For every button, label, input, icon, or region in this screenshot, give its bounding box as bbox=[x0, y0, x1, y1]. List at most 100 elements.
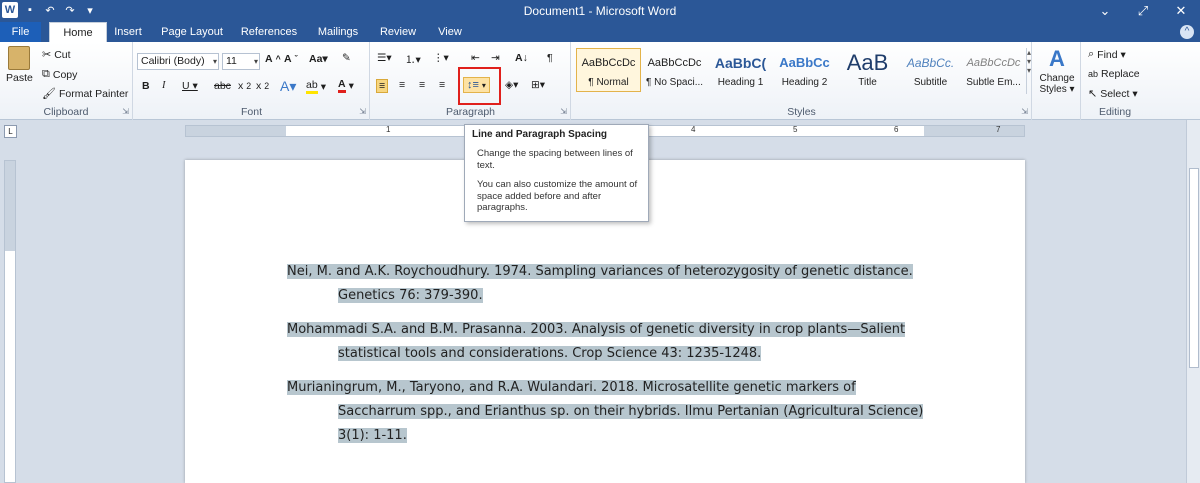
cut-button[interactable]: ✂ Cut bbox=[42, 48, 71, 62]
underline-button[interactable]: U ▾ bbox=[182, 80, 198, 92]
font-size-combo[interactable]: 11 ▾ bbox=[222, 53, 260, 70]
ruler-number: 1 bbox=[386, 125, 391, 134]
tab-home[interactable]: Home bbox=[49, 22, 107, 42]
borders-icon[interactable]: ⊞▾ bbox=[531, 79, 545, 91]
justify-icon[interactable]: ≡ bbox=[439, 79, 445, 91]
clipboard-group: Paste ✂ Cut ⧉ Copy 🖌 Format Painter Clipboa… bbox=[0, 42, 133, 120]
font-name-value: Calibri (Body) bbox=[141, 55, 205, 67]
tab-file[interactable]: File bbox=[0, 22, 41, 42]
style-heading-2[interactable]: AaBbCc Heading 2 bbox=[772, 48, 837, 92]
style-title[interactable]: AaB Title bbox=[835, 48, 900, 92]
tab-review[interactable]: Review bbox=[376, 22, 420, 42]
reference-2[interactable]: Mohammadi S.A. and B.M. Prasanna. 2003. … bbox=[287, 318, 906, 366]
highlight-color-icon[interactable]: ab ▾ bbox=[306, 79, 326, 94]
align-center-icon[interactable]: ≡ bbox=[399, 79, 405, 91]
vertical-scrollbar[interactable] bbox=[1186, 120, 1200, 483]
brush-icon: 🖌 bbox=[42, 88, 56, 100]
shading-icon[interactable]: ◈▾ bbox=[505, 79, 518, 91]
tab-references[interactable]: References bbox=[238, 22, 300, 42]
reference-line: 3(1): 1-11. bbox=[338, 428, 407, 443]
change-case-button[interactable]: Aa▾ bbox=[309, 53, 328, 65]
tab-insert[interactable]: Insert bbox=[110, 22, 146, 42]
scissors-icon: ✂ bbox=[42, 49, 52, 61]
copy-icon: ⧉ bbox=[42, 68, 50, 80]
dialog-launcher-icon[interactable]: ⇲ bbox=[560, 107, 567, 116]
copy-label: Copy bbox=[52, 68, 78, 81]
dialog-launcher-icon[interactable]: ⇲ bbox=[359, 107, 366, 116]
find-label: Find ▾ bbox=[1097, 48, 1126, 61]
numbering-icon[interactable]: ⒈▾ bbox=[405, 52, 421, 67]
font-color-icon[interactable]: A ▾ bbox=[338, 78, 354, 93]
format-painter-button[interactable]: 🖌 Format Painter bbox=[42, 87, 128, 101]
style-sample: AaB bbox=[846, 50, 889, 75]
paragraph-group-label: Paragraph bbox=[445, 106, 496, 118]
tab-view[interactable]: View bbox=[432, 22, 468, 42]
ribbon-minimize-icon[interactable]: ^ bbox=[1180, 25, 1194, 39]
style-sample: AaBbCcDc bbox=[581, 57, 636, 69]
tab-mailings[interactable]: Mailings bbox=[312, 22, 364, 42]
find-button[interactable]: ⌕ Find ▾ bbox=[1088, 48, 1126, 61]
replace-button[interactable]: ab Replace bbox=[1088, 68, 1140, 80]
paste-button[interactable]: Paste bbox=[6, 46, 33, 84]
tab-page-layout[interactable]: Page Layout bbox=[160, 22, 224, 42]
change-styles-button[interactable]: A Change Styles ▾ bbox=[1037, 46, 1077, 95]
font-size-value: 11 bbox=[226, 55, 237, 67]
style-heading-1[interactable]: AaBbC( Heading 1 bbox=[708, 48, 773, 92]
reference-line: Saccharrum spp., and Erianthus sp. on th… bbox=[338, 404, 924, 419]
maximize-button[interactable]: ⤢ bbox=[1124, 0, 1162, 22]
text-effects-icon[interactable]: A▾ bbox=[280, 78, 296, 95]
copy-button[interactable]: ⧉ Copy bbox=[42, 68, 77, 81]
scrollbar-thumb[interactable] bbox=[1189, 168, 1199, 368]
style-no-spacing[interactable]: AaBbCcDc ¶ No Spaci... bbox=[642, 48, 707, 92]
style-normal[interactable]: AaBbCcDc ¶ Normal bbox=[576, 48, 641, 92]
ruler-number: 5 bbox=[793, 125, 798, 134]
ruler-number: 6 bbox=[894, 125, 899, 134]
multilevel-list-icon[interactable]: ⋮▾ bbox=[433, 52, 449, 64]
strikethrough-button[interactable]: abc bbox=[214, 80, 231, 92]
editing-group: ⌕ Find ▾ ab Replace ↖ Select ▾ Editing bbox=[1082, 42, 1148, 120]
change-styles-group: A Change Styles ▾ bbox=[1033, 42, 1081, 120]
vertical-ruler[interactable] bbox=[4, 160, 16, 483]
sort-icon[interactable]: A↓ bbox=[515, 52, 528, 64]
superscript-button[interactable]: x2 bbox=[256, 80, 269, 92]
select-button[interactable]: ↖ Select ▾ bbox=[1088, 87, 1138, 101]
dialog-launcher-icon[interactable]: ⇲ bbox=[122, 107, 129, 116]
binoculars-icon: ⌕ bbox=[1088, 48, 1095, 60]
change-styles-label: Change Styles ▾ bbox=[1039, 73, 1075, 95]
italic-button[interactable]: I bbox=[162, 80, 166, 91]
styles-group: AaBbCcDc ¶ Normal AaBbCcDc ¶ No Spaci...… bbox=[572, 42, 1032, 120]
grow-font-button[interactable]: A ^ bbox=[265, 53, 281, 65]
reference-1[interactable]: Nei, M. and A.K. Roychoudhury. 1974. Sam… bbox=[287, 260, 913, 308]
bold-button[interactable]: B bbox=[142, 80, 150, 92]
change-styles-icon: A bbox=[1049, 46, 1065, 71]
ribbon-tabs: File Home Insert Page Layout References … bbox=[0, 22, 1200, 42]
subscript-button[interactable]: x2 bbox=[238, 80, 251, 92]
clear-formatting-icon[interactable]: ✎ bbox=[342, 52, 351, 64]
cursor-icon: ↖ bbox=[1088, 88, 1098, 100]
style-sample: AaBbCc. bbox=[906, 56, 955, 70]
minimize-button[interactable]: ⌄ bbox=[1086, 0, 1124, 22]
bullets-icon[interactable]: ☰▾ bbox=[377, 52, 392, 64]
style-name: Heading 2 bbox=[781, 77, 828, 88]
dialog-launcher-icon[interactable]: ⇲ bbox=[1021, 107, 1028, 116]
style-subtitle[interactable]: AaBbCc. Subtitle bbox=[898, 48, 963, 92]
font-name-combo[interactable]: Calibri (Body) ▾ bbox=[137, 53, 219, 70]
style-name: ¶ No Spaci... bbox=[645, 77, 704, 88]
align-right-icon[interactable]: ≡ bbox=[419, 79, 425, 91]
cut-label: Cut bbox=[54, 48, 71, 61]
reference-3[interactable]: Murianingrum, M., Taryono, and R.A. Wula… bbox=[287, 376, 924, 448]
decrease-indent-icon[interactable]: ⇤ bbox=[471, 52, 480, 64]
chevron-down-icon: ▾ bbox=[212, 57, 217, 66]
align-left-icon[interactable]: ≡ bbox=[376, 79, 389, 93]
style-name: Subtle Em... bbox=[966, 77, 1021, 88]
font-group-label: Font bbox=[240, 106, 262, 118]
line-spacing-highlight bbox=[458, 67, 501, 105]
tab-selector-icon[interactable]: L bbox=[4, 125, 17, 138]
close-button[interactable]: ✕ bbox=[1162, 0, 1200, 22]
increase-indent-icon[interactable]: ⇥ bbox=[491, 52, 500, 64]
replace-icon: ab bbox=[1088, 69, 1099, 79]
reference-line: Murianingrum, M., Taryono, and R.A. Wula… bbox=[287, 380, 856, 395]
style-subtle-emphasis[interactable]: AaBbCcDc Subtle Em... bbox=[961, 48, 1026, 92]
shrink-font-button[interactable]: Aˇ bbox=[284, 53, 298, 65]
show-formatting-marks-icon[interactable]: ¶ bbox=[547, 52, 553, 64]
